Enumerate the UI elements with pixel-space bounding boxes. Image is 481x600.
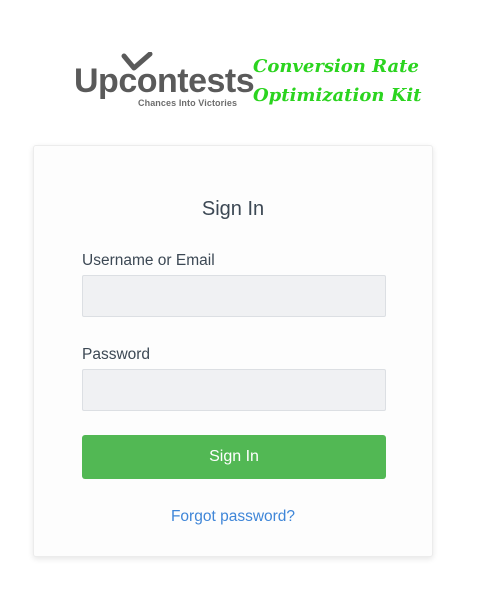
brand-logo: Upcontests bbox=[74, 62, 255, 100]
page-title: Sign In bbox=[201, 198, 265, 220]
password-field[interactable] bbox=[82, 369, 386, 411]
login-page: Upcontests Chances Into Victories Conver… bbox=[0, 0, 481, 600]
password-label: Password bbox=[82, 346, 151, 363]
username-label: Username or Email bbox=[82, 252, 215, 269]
forgot-password-link[interactable]: Forgot password? bbox=[34, 508, 432, 526]
username-field[interactable] bbox=[82, 275, 386, 317]
brand-header: Upcontests Chances Into Victories Conver… bbox=[72, 48, 422, 114]
logo-prefix: Up bbox=[74, 62, 119, 100]
kit-title-line2: Optimization Kit bbox=[253, 85, 422, 106]
signin-card: Sign In Username or Email Password Sign … bbox=[33, 145, 433, 557]
logo-middle: c bbox=[118, 62, 137, 100]
kit-title: Conversion Rate Optimization Kit bbox=[253, 52, 422, 110]
signin-button[interactable]: Sign In bbox=[82, 435, 386, 479]
logo-suffix: ontests bbox=[136, 62, 255, 100]
brand-tagline: Chances Into Victories bbox=[138, 98, 238, 108]
kit-title-line1: Conversion Rate bbox=[253, 56, 419, 77]
